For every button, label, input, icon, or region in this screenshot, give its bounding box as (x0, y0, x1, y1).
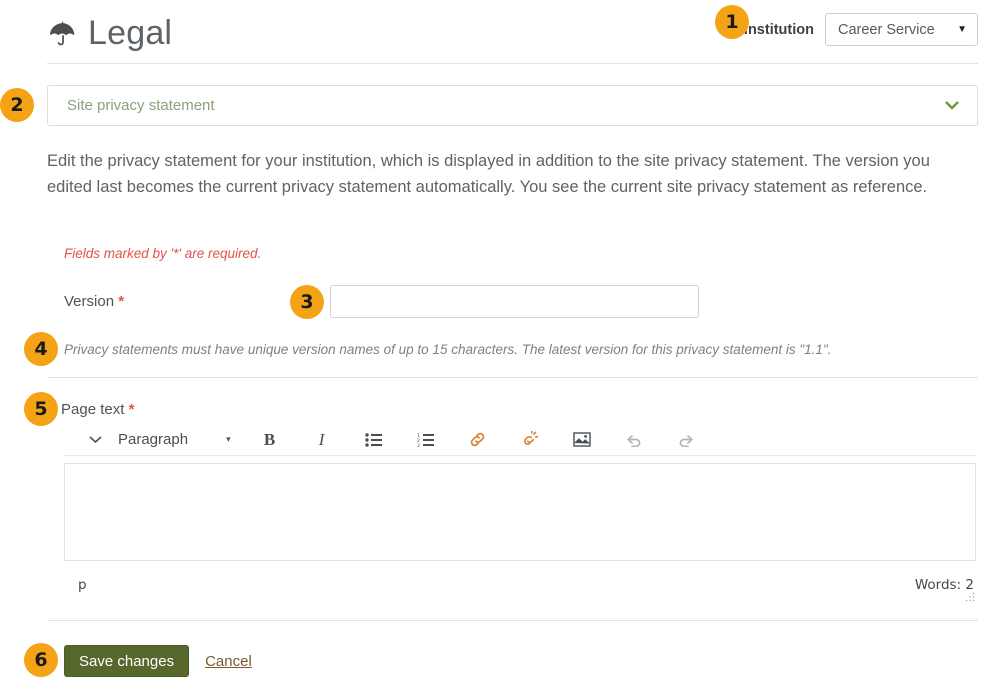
annotation-badge-4-number: 4 (34, 338, 48, 360)
editor-element-path: p (78, 577, 87, 593)
numbered-list-icon[interactable]: 1 2 3 (411, 425, 441, 455)
chevron-down-icon: ▼ (957, 24, 967, 35)
umbrella-icon (47, 17, 79, 49)
page-text-required-mark: * (128, 401, 135, 418)
italic-icon[interactable]: I (307, 425, 337, 455)
site-privacy-statement-accordion[interactable]: Site privacy statement (47, 85, 978, 126)
section-divider-2 (47, 620, 978, 621)
chevron-down-icon (944, 98, 960, 113)
annotation-badge-4: 4 (24, 332, 58, 366)
page-text-label: Page text * (61, 401, 134, 418)
editor-resize-handle[interactable] (964, 591, 976, 603)
unlink-icon[interactable] (515, 425, 545, 455)
link-icon[interactable] (463, 425, 493, 455)
version-input[interactable] (330, 285, 699, 318)
annotation-badge-3: 3 (290, 285, 324, 319)
format-select[interactable]: Paragraph ▾ (112, 431, 241, 448)
annotation-badge-5: 5 (24, 392, 58, 426)
version-required-mark: * (118, 293, 125, 310)
editor-status-bar: p Words: 2 (64, 571, 976, 602)
version-label-text: Version (64, 293, 115, 310)
version-help-text: Privacy statements must have unique vers… (64, 342, 832, 357)
page-title-text: Legal (88, 14, 173, 52)
annotation-badge-6-number: 6 (34, 649, 48, 671)
institution-group: Institution Career Service ▼ (744, 13, 978, 46)
required-fields-note: Fields marked by '*' are required. (64, 246, 262, 261)
toolbar-expand-icon[interactable] (78, 425, 112, 455)
image-icon[interactable] (567, 425, 597, 455)
form-actions: Save changes Cancel (64, 645, 252, 677)
svg-text:3: 3 (417, 443, 420, 447)
legal-page: Legal Institution Career Service ▼ 1 Sit… (0, 0, 997, 683)
institution-select[interactable]: Career Service ▼ (825, 13, 978, 46)
intro-paragraph: Edit the privacy statement for your inst… (47, 152, 930, 196)
annotation-badge-2: 2 (0, 88, 34, 122)
institution-select-value: Career Service (838, 21, 935, 38)
annotation-badge-2-number: 2 (10, 94, 24, 116)
version-label: Version * (64, 293, 124, 310)
annotation-badge-1: 1 (715, 5, 749, 39)
undo-icon[interactable] (619, 425, 649, 455)
save-changes-button[interactable]: Save changes (64, 645, 190, 677)
chevron-down-icon: ▾ (226, 434, 231, 444)
format-select-value: Paragraph (118, 431, 189, 448)
bold-icon[interactable]: B (255, 425, 285, 455)
accordion-title: Site privacy statement (67, 97, 215, 114)
annotation-badge-3-number: 3 (300, 291, 314, 313)
page-title: Legal (47, 10, 172, 56)
redo-icon[interactable] (671, 425, 701, 455)
editor-toolbar: Paragraph ▾ B I 1 2 3 (64, 424, 976, 456)
annotation-badge-5-number: 5 (34, 398, 48, 420)
page-text-label-text: Page text (61, 401, 125, 418)
page-header: Legal Institution Career Service ▼ (47, 8, 978, 63)
institution-label: Institution (743, 21, 814, 38)
cancel-link[interactable]: Cancel (205, 653, 252, 670)
annotation-badge-6: 6 (24, 643, 58, 677)
bullet-list-icon[interactable] (359, 425, 389, 455)
annotation-badge-1-number: 1 (725, 11, 739, 33)
section-divider-1 (47, 377, 978, 378)
header-divider (47, 63, 978, 64)
rich-text-editor: Paragraph ▾ B I 1 2 3 p Words: 2 (64, 424, 976, 602)
editor-content-area[interactable] (64, 463, 976, 561)
